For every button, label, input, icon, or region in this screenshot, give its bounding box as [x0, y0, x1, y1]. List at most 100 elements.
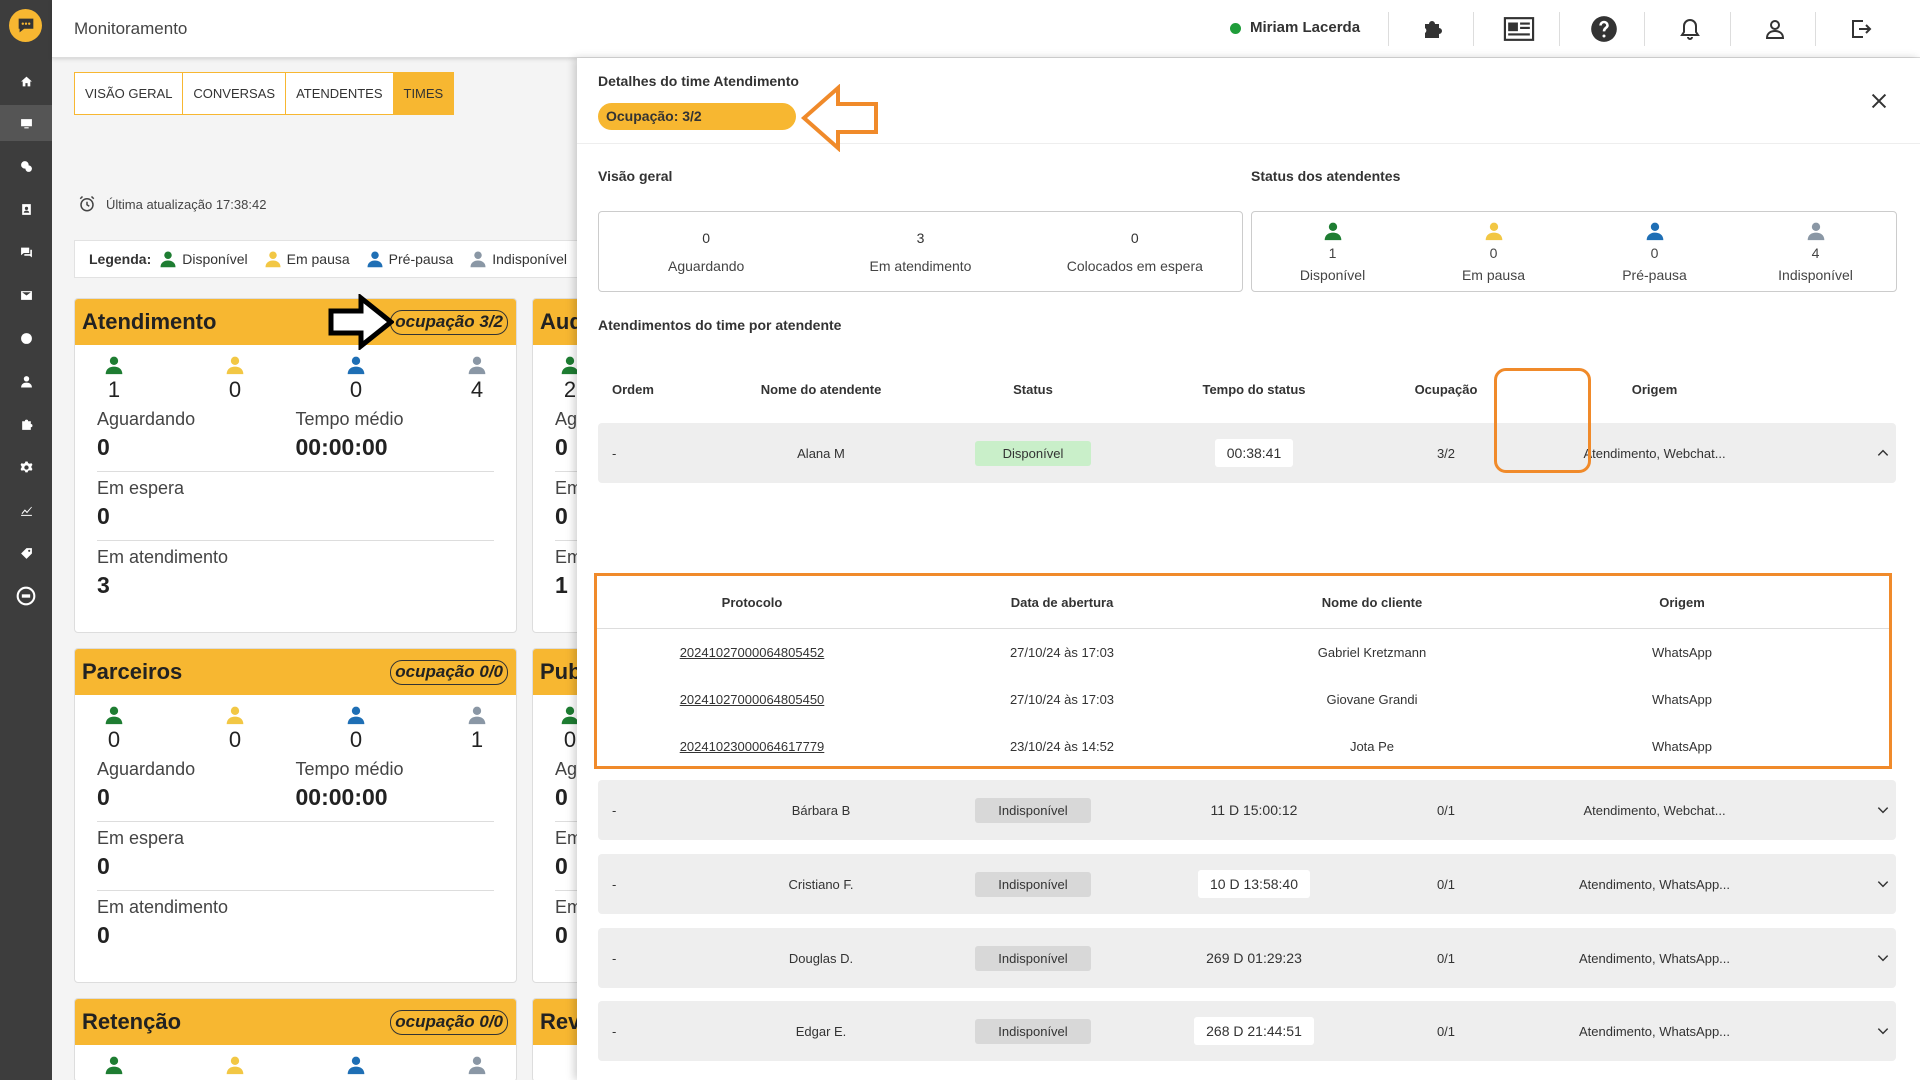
protocol-link[interactable]: 20241023000064617779	[597, 739, 907, 754]
origin: WhatsApp	[1652, 739, 1712, 754]
tab-bar: VISÃO GERAL CONVERSAS ATENDENTES TIMES	[74, 72, 455, 115]
aguardando-value: 0	[97, 434, 110, 460]
nav-globe[interactable]	[0, 320, 52, 356]
col-header[interactable]: Ocupação	[1365, 382, 1527, 406]
status-badge: Indisponível	[975, 1018, 1091, 1044]
expand-button[interactable]	[1782, 877, 1896, 891]
subtable-row: 20241027000064805450 27/10/24 às 17:03 G…	[597, 676, 1889, 723]
col-header[interactable]: Tempo do status	[1143, 382, 1365, 406]
em-atendimento-label: Em atendimento	[97, 547, 229, 567]
card-occupancy: ocupação 0/0	[390, 660, 508, 685]
row-ordem: -	[612, 950, 617, 966]
team-card-retencao[interactable]: Retenção ocupação 0/0	[74, 998, 517, 1080]
col-header: Nome do cliente	[1321, 594, 1423, 610]
subtable-row: 20241027000064805452 27/10/24 às 17:03 G…	[597, 629, 1889, 676]
expand-button[interactable]	[1782, 951, 1896, 965]
em-espera-label: Em espera	[97, 478, 185, 498]
protocol-link[interactable]: 20241027000064805450	[597, 692, 907, 707]
col-header[interactable]: Ordem	[598, 382, 719, 406]
nav-settings[interactable]	[0, 449, 52, 485]
extensions-button[interactable]	[1417, 13, 1449, 45]
card-row: Em atendimento 3	[75, 541, 516, 599]
nav-tags[interactable]	[0, 535, 52, 571]
nav-home[interactable]	[0, 63, 52, 99]
person-icon	[225, 355, 245, 375]
help-button[interactable]	[1588, 13, 1620, 45]
count-value: 2	[563, 377, 577, 402]
expand-button[interactable]	[1782, 1024, 1896, 1038]
user-name[interactable]: Miriam Lacerda	[1250, 19, 1360, 36]
col-header[interactable]: Status	[923, 382, 1143, 406]
close-button[interactable]	[1868, 90, 1890, 112]
count-value: 4	[470, 377, 484, 402]
overview-value: 0	[702, 229, 711, 246]
tab-conversas[interactable]: CONVERSAS	[183, 73, 287, 114]
count-indisponivel: 1	[462, 705, 492, 753]
table-row[interactable]: - Cristiano F. Indisponível 10 D 13:58:4…	[598, 854, 1896, 914]
overview-value: 3	[916, 229, 925, 246]
status-pre-pausa: 0 Pré-pausa	[1574, 212, 1735, 291]
count-value: 0	[228, 377, 242, 402]
card-status-counts	[75, 1045, 516, 1075]
count-pre-pausa: 0	[341, 355, 371, 403]
tab-visao-geral[interactable]: VISÃO GERAL	[75, 73, 184, 114]
row-ordem: -	[612, 876, 617, 892]
app-logo[interactable]	[9, 9, 42, 42]
nav-reports[interactable]	[0, 492, 52, 528]
nav-chat[interactable]	[0, 234, 52, 270]
col-header[interactable]: Nome do atendente	[719, 382, 923, 406]
table-row[interactable]: - Edgar E. Indisponível 268 D 21:44:51 0…	[598, 1001, 1896, 1061]
overview-em-atendimento: 3 Em atendimento	[813, 212, 1027, 291]
team-card-atendimento[interactable]: Atendimento ocupação 3/2 1 0 0 4 Aguarda…	[74, 298, 517, 633]
tab-times[interactable]: TIMES	[393, 73, 454, 114]
chevron-down-icon	[1877, 1028, 1889, 1035]
divider	[1730, 12, 1731, 46]
status-badge: Indisponível	[975, 945, 1091, 971]
col-header: Protocolo	[721, 594, 783, 610]
table-row[interactable]: - Bárbara B Indisponível 11 D 15:00:12 0…	[598, 780, 1896, 840]
help-icon	[1591, 16, 1617, 42]
person-icon	[346, 355, 366, 375]
tab-atendentes[interactable]: ATENDENTES	[286, 73, 394, 114]
status-value: 0	[1650, 244, 1659, 261]
row-origem: Atendimento, Webchat...	[1583, 445, 1726, 461]
logout-button[interactable]	[1845, 13, 1877, 45]
count-value: 0	[228, 727, 242, 752]
nav-contacts[interactable]	[0, 191, 52, 227]
legend-label: Pré-pausa	[388, 251, 454, 267]
nav-puzzle[interactable]	[0, 406, 52, 442]
puzzle-icon	[21, 419, 32, 430]
nav-mail[interactable]	[0, 277, 52, 313]
col-header[interactable]: Origem	[1527, 382, 1782, 406]
divider	[1388, 12, 1389, 46]
team-card-parceiros[interactable]: Parceiros ocupação 0/0 0 0 0 1 Aguardand…	[74, 648, 517, 983]
nav-user[interactable]	[0, 363, 52, 399]
person-icon	[346, 705, 366, 725]
card-row: Em espera 0	[75, 472, 516, 530]
news-button[interactable]	[1503, 13, 1535, 45]
collapse-button[interactable]	[1782, 446, 1896, 460]
card-header: Parceiros ocupação 0/0	[75, 649, 516, 695]
opened-date: 27/10/24 às 17:03	[1009, 692, 1115, 707]
nav-monitor[interactable]	[0, 105, 52, 141]
notifications-button[interactable]	[1674, 13, 1706, 45]
table-row[interactable]: - Douglas D. Indisponível 269 D 01:29:23…	[598, 928, 1896, 988]
tempo-medio-label: Tempo médio	[295, 759, 404, 779]
profile-button[interactable]	[1759, 13, 1791, 45]
nav-coins[interactable]	[0, 148, 52, 184]
expand-button[interactable]	[1782, 803, 1896, 817]
row-ordem: -	[612, 802, 617, 818]
status-badge: Indisponível	[975, 871, 1091, 897]
status-box: 1 Disponível 0 Em pausa 0 Pré-pausa 4 Indisp…	[1251, 211, 1897, 292]
table-row[interactable]: - Alana M Disponível 00:38:41 3/2 Atendi…	[598, 423, 1896, 483]
protocol-link[interactable]: 20241027000064805452	[597, 645, 907, 660]
status-label: Disponível	[1299, 266, 1366, 283]
card-title: Atendimento	[82, 309, 217, 334]
user-icon	[1765, 20, 1785, 39]
tempo-medio-value: 00:00:00	[295, 784, 388, 810]
chart-icon	[20, 506, 32, 516]
overview-em-espera: 0 Colocados em espera	[1028, 212, 1242, 291]
row-tempo: 00:38:41	[1214, 439, 1294, 467]
nav-api[interactable]	[0, 578, 52, 614]
row-nome: Edgar E.	[795, 1023, 847, 1039]
